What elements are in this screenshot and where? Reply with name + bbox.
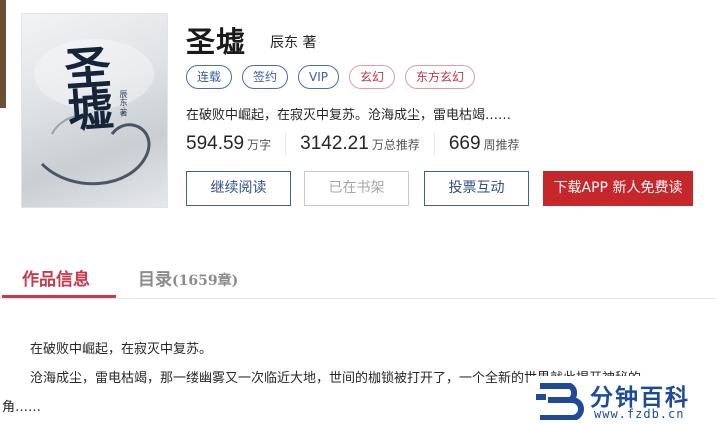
site-watermark: 分钟百科 www.fzdb.cn bbox=[528, 376, 716, 424]
watermark-url: www.fzdb.cn bbox=[594, 407, 685, 421]
vote-interact-button[interactable]: 投票互动 bbox=[424, 171, 529, 206]
stat-word-count: 594.59 万字 bbox=[186, 133, 287, 155]
author-name[interactable]: 辰东 著 bbox=[270, 32, 316, 52]
tab-catalog-label: 目录 bbox=[138, 270, 172, 290]
content-tabs: 作品信息 目录(1659章) bbox=[0, 255, 716, 299]
book-intro: 在破败中崛起，在寂灭中复苏。沧海成尘，雷电枯竭…… bbox=[186, 108, 512, 123]
tag-eastern-fantasy[interactable]: 东方玄幻 bbox=[405, 65, 476, 89]
tag-vip[interactable]: VIP bbox=[298, 65, 340, 89]
stat-value: 669 bbox=[448, 133, 481, 154]
tag-serializing[interactable]: 连载 bbox=[186, 65, 233, 89]
background-image-strip bbox=[0, 0, 6, 108]
tab-catalog[interactable]: 目录(1659章) bbox=[138, 265, 238, 290]
description-paragraph: 在破败中崛起，在寂灭中复苏。 bbox=[30, 342, 213, 357]
chapter-count: (1659章) bbox=[172, 273, 239, 289]
stat-unit: 周推荐 bbox=[483, 138, 520, 152]
tag-signed[interactable]: 签约 bbox=[242, 65, 289, 89]
tag-list: 连载 签约 VIP 玄幻 东方玄幻 bbox=[186, 65, 476, 89]
active-tab-indicator bbox=[2, 295, 116, 298]
stat-weekly-recommend: 669 周推荐 bbox=[449, 133, 534, 155]
tab-book-info[interactable]: 作品信息 bbox=[22, 265, 90, 290]
book-cover[interactable]: 圣墟 辰东·著 bbox=[22, 14, 167, 207]
book-title: 圣墟 bbox=[186, 25, 247, 59]
download-app-button[interactable]: 下载APP 新人免费读 bbox=[543, 171, 693, 206]
stat-value: 594.59 bbox=[186, 133, 245, 154]
book-stats: 594.59 万字 3142.21 万总推荐 669 周推荐 bbox=[186, 131, 548, 157]
description-paragraph: 角…… bbox=[2, 400, 42, 415]
stat-total-recommend: 3142.21 万总推荐 bbox=[300, 133, 435, 155]
tag-fantasy[interactable]: 玄幻 bbox=[349, 65, 396, 89]
stat-value: 3142.21 bbox=[300, 133, 369, 154]
stat-unit: 万总推荐 bbox=[371, 138, 420, 152]
cover-title: 圣墟 bbox=[56, 42, 116, 130]
continue-reading-button[interactable]: 继续阅读 bbox=[186, 171, 291, 206]
in-bookshelf-button[interactable]: 已在书架 bbox=[304, 171, 409, 206]
cover-author: 辰东·著 bbox=[119, 90, 128, 117]
watermark-logo-icon bbox=[536, 383, 584, 420]
stat-unit: 万字 bbox=[247, 138, 272, 152]
